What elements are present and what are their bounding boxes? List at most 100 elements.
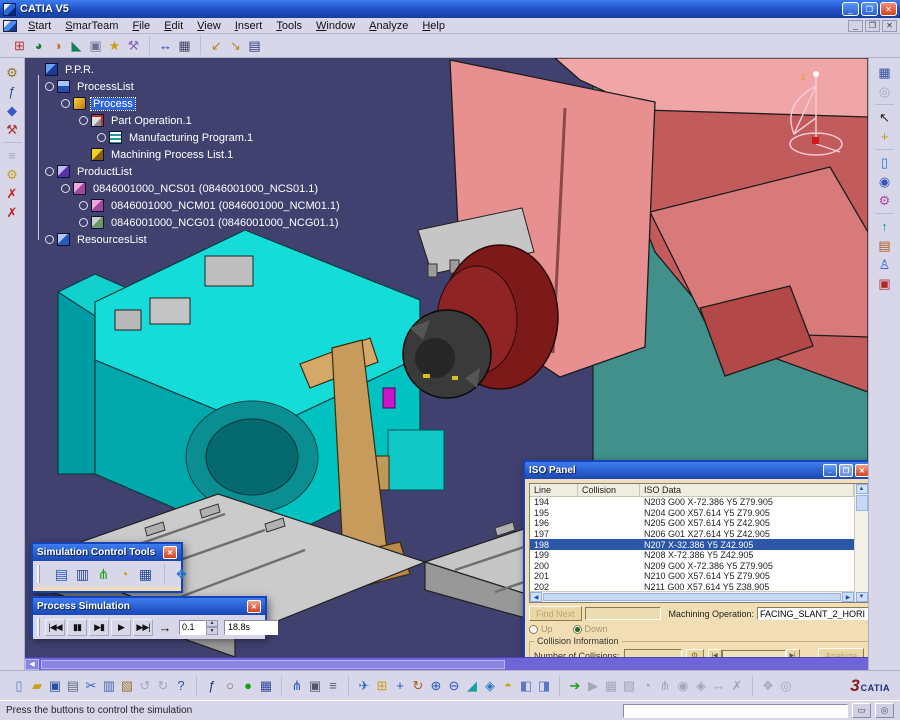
machining-sim-icon[interactable]: ▶ (584, 676, 602, 696)
measure-span-icon[interactable]: ↔ (156, 36, 175, 55)
mdi-close-button[interactable]: ✕ (882, 19, 897, 32)
tree-item-manufacturing-program-1[interactable]: Manufacturing Program.1 (31, 129, 342, 146)
open-folder-icon[interactable]: ▰ (28, 676, 46, 696)
distance-icon[interactable]: ↔ (710, 676, 728, 696)
chain-icon[interactable]: ≡ (3, 146, 22, 165)
menu-analyze[interactable]: Analyze (362, 20, 415, 32)
process-view-icon[interactable]: ⊞ (10, 36, 29, 55)
iso-table-row[interactable]: 197 N206 G01 X27.614 Y5 Z42.905 (530, 529, 854, 540)
column-iso-data[interactable]: ISO Data (640, 484, 854, 496)
restore-button[interactable]: ❐ (861, 2, 878, 16)
power-input-field[interactable] (623, 703, 848, 718)
wrench-tool-icon[interactable]: ⚒ (124, 36, 143, 55)
swept-volume-icon[interactable]: ◈ (692, 676, 710, 696)
go-to-end-button[interactable]: ▶▶| (133, 618, 153, 636)
sim-film-icon[interactable]: ▥ (72, 564, 93, 584)
assign-resource-icon[interactable]: ◣ (67, 36, 86, 55)
toolbar-grip[interactable] (37, 618, 40, 636)
eraser-icon[interactable]: ◆ (3, 101, 22, 120)
scroll-left-icon[interactable]: ◀ (530, 592, 542, 602)
menu-help[interactable]: Help (415, 20, 452, 32)
iso-table-row[interactable]: 200 N209 G00 X-72.386 Y5 Z79.905 (530, 561, 854, 572)
scroll-up-icon[interactable]: ▲ (855, 484, 868, 494)
gears-pair-icon[interactable]: ⚙ (875, 191, 894, 210)
tree-expander[interactable] (45, 235, 54, 244)
zoom-out-icon[interactable]: ⊖ (445, 676, 463, 696)
iso-table-row[interactable]: 199 N208 X-72.386 Y5 Z42.905 (530, 550, 854, 561)
vp-scroll-left-icon[interactable]: ◀ (25, 658, 39, 670)
minimize-button[interactable]: _ (842, 2, 859, 16)
machine-tool-icon[interactable]: ▦ (175, 36, 194, 55)
step-forward-button[interactable]: ▶▮ (89, 618, 109, 636)
tree-item-0846001000-ncm01-0846001000-ncm01-1[interactable]: 0846001000_NCM01 (0846001000_NCM01.1) (31, 197, 342, 214)
tree-item-productlist[interactable]: ProductList (31, 163, 342, 180)
iso-table-row[interactable]: 194 N203 G00 X-72.386 Y5 Z79.905 (530, 497, 854, 508)
menu-window[interactable]: Window (309, 20, 362, 32)
process-sim-close-button[interactable]: ✕ (247, 600, 261, 613)
menu-start[interactable]: Start (21, 20, 58, 32)
structure-graph-icon[interactable]: ⋔ (288, 676, 306, 696)
toolbar-grip[interactable] (37, 565, 40, 583)
tree-expander[interactable] (97, 133, 106, 142)
search-up-radio[interactable]: Up (529, 624, 553, 634)
select-arrow-icon[interactable]: ↖ (875, 108, 894, 127)
menu-file[interactable]: File (125, 20, 157, 32)
catalog-icon[interactable]: ★ (105, 36, 124, 55)
copy-icon[interactable]: ▥ (100, 676, 118, 696)
calculator-icon[interactable]: ▦ (257, 676, 275, 696)
lock-icon[interactable]: ▣ (306, 676, 324, 696)
tree-expander[interactable] (79, 201, 88, 210)
compass-3d[interactable]: z (768, 60, 858, 164)
record-icon[interactable]: ◉ (674, 676, 692, 696)
iso-table-row[interactable]: 201 N210 G00 X57.614 Y5 Z79.905 (530, 571, 854, 582)
tree-item-0846001000-ncs01-0846001000-ncs01-1[interactable]: 0846001000_NCS01 (0846001000_NCS01.1) (31, 180, 342, 197)
pan-icon[interactable]: + (391, 676, 409, 696)
video-measure-icon[interactable]: ▦ (602, 676, 620, 696)
workbench-analysis-icon[interactable]: ▣ (875, 274, 894, 293)
column-line[interactable]: Line (530, 484, 578, 496)
person-status-icon[interactable]: ● (239, 676, 257, 696)
fit-all-icon[interactable]: ⊞ (373, 676, 391, 696)
help-icon[interactable]: ? (172, 676, 190, 696)
iso-view-icon[interactable]: ◈ (481, 676, 499, 696)
search-icon[interactable]: ◎ (777, 676, 795, 696)
tree-item-machining-process-list-1[interactable]: Machining Process List.1 (31, 146, 342, 163)
product-view-icon[interactable]: ◑ (48, 36, 67, 55)
report-icon[interactable]: ▤ (875, 236, 894, 255)
hide-show-icon[interactable]: ◧ (517, 676, 535, 696)
operator-out-icon[interactable]: ↘ (226, 36, 245, 55)
tree-expander[interactable] (79, 116, 88, 125)
swap-visible-icon[interactable]: ◨ (535, 676, 553, 696)
iso-horizontal-scrollbar[interactable]: ◀ ▶ (530, 591, 854, 602)
play-button[interactable]: ▶ (111, 618, 131, 636)
tree-expander[interactable] (45, 82, 54, 91)
pathfinder-icon[interactable]: ⋔ (656, 676, 674, 696)
camera-icon[interactable]: ◉ (875, 172, 894, 191)
h-scroll-thumb[interactable] (543, 593, 841, 601)
menu-smarteam[interactable]: SmarTeam (58, 20, 125, 32)
simulation-time-field[interactable] (224, 619, 278, 635)
catia-menu-icon[interactable] (3, 19, 17, 32)
formula-fx-icon[interactable]: ƒ (203, 676, 221, 696)
pert-nodes-icon[interactable]: ▣ (86, 36, 105, 55)
machining-operation-field[interactable] (757, 607, 868, 620)
normal-view-icon[interactable]: ◢ (463, 676, 481, 696)
sim-branch-icon[interactable]: ⋔ (93, 564, 114, 584)
manipulate-icon[interactable]: + (875, 127, 894, 146)
iso-minimize-button[interactable]: _ (823, 464, 837, 477)
mannequin-icon[interactable]: ♙ (875, 255, 894, 274)
iso-maximize-button[interactable]: ❐ (839, 464, 853, 477)
find-next-button[interactable]: Find Next (529, 606, 582, 621)
tree-expander[interactable] (61, 184, 70, 193)
jump-arrow-icon[interactable]: → (155, 619, 175, 636)
rotate-icon[interactable]: ↻ (409, 676, 427, 696)
viewport-3d[interactable]: 90 100 z P.P.R.ProcessListProcessPart Op… (25, 58, 868, 670)
process-playback-icon[interactable]: ➔ (566, 676, 584, 696)
scroll-right-icon[interactable]: ▶ (842, 592, 854, 602)
fly-mode-icon[interactable]: ✈ (355, 676, 373, 696)
delete-operation-icon[interactable]: ✗ (3, 184, 22, 203)
process-sim-titlebar[interactable]: Process Simulation ✕ (33, 598, 265, 615)
measure-item-icon[interactable]: ▯ (875, 153, 894, 172)
sim-settings-icon[interactable]: ▤ (51, 564, 72, 584)
comment-icon[interactable]: ○ (221, 676, 239, 696)
